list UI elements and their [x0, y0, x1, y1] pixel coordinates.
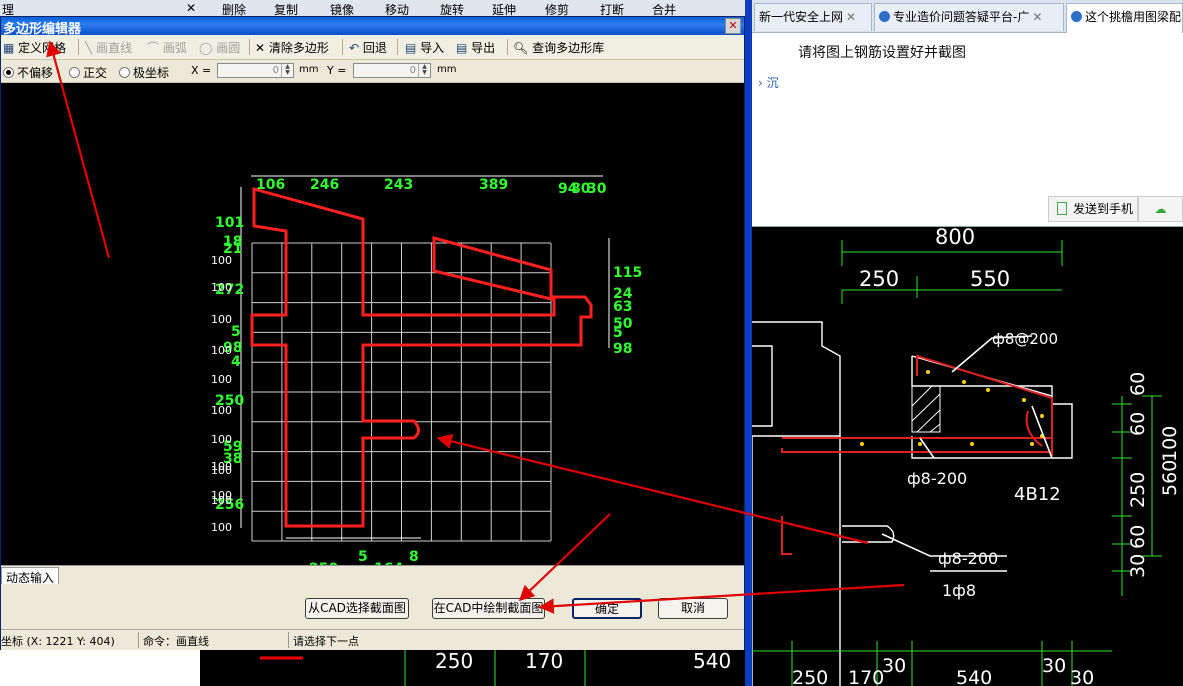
annotation-arrow: [518, 513, 611, 602]
annotation-arrow: [538, 583, 905, 614]
annotation-arrow: [46, 40, 111, 259]
annotation-overlay: [46, 40, 905, 614]
annotation-arrow: [436, 433, 869, 545]
